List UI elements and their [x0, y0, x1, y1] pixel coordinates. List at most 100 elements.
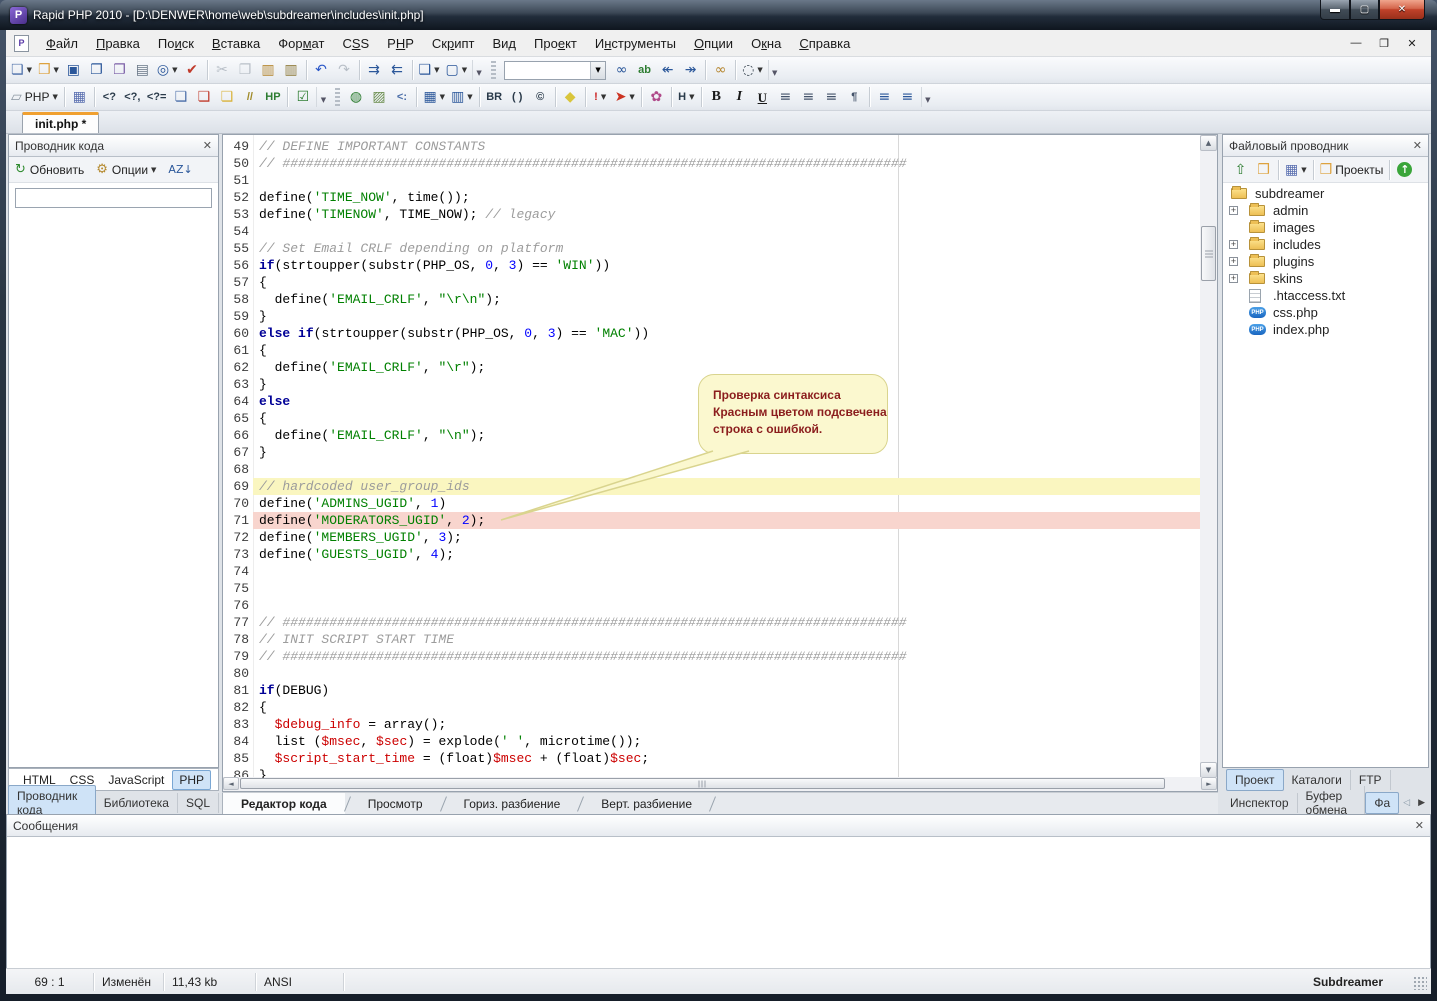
tag-inspector-button[interactable]: ▢▼	[442, 59, 470, 81]
menu-item-9[interactable]: Проект	[525, 33, 586, 54]
standard-toolbar-overflow[interactable]: ▼	[472, 60, 485, 80]
scroll-down-icon[interactable]: ▼	[1200, 762, 1217, 778]
spell-check-button[interactable]: ✔	[181, 59, 204, 81]
menu-item-7[interactable]: Скрипт	[423, 33, 484, 54]
code-view[interactable]: 49// DEFINE IMPORTANT CONSTANTS50// ####…	[223, 135, 1201, 778]
nbsp-button[interactable]: ( )	[506, 86, 529, 108]
project-tab-0[interactable]: Проект	[1226, 769, 1284, 791]
syntax-check-button[interactable]: ☑	[291, 86, 314, 108]
table-wizard-button[interactable]: ▥▼	[448, 86, 476, 108]
format-toolbar-overflow[interactable]: ▼	[921, 87, 934, 107]
italic-button[interactable]: I	[728, 86, 751, 108]
code-line-61[interactable]: 61{	[223, 342, 1201, 359]
code-line-84[interactable]: 84 list ($msec, $sec) = explode(' ', mic…	[223, 733, 1201, 750]
code-line-82[interactable]: 82{	[223, 699, 1201, 716]
options-button[interactable]: Опции	[112, 163, 148, 177]
scroll-left-icon[interactable]: ◄	[223, 777, 239, 790]
view-mode-button[interactable]: ▦▼	[1282, 159, 1310, 181]
paste-special-button[interactable]: ▥	[280, 59, 303, 81]
code-line-49[interactable]: 49// DEFINE IMPORTANT CONSTANTS	[223, 138, 1201, 155]
toolbar-grip[interactable]	[491, 61, 496, 79]
find-button[interactable]: ∞	[610, 59, 633, 81]
toolbar-grip[interactable]	[335, 88, 340, 106]
find-next-button[interactable]: ↠	[679, 59, 702, 81]
php-menu-button[interactable]: ▱PHP▼	[8, 86, 61, 108]
save-as-button[interactable]: ❐	[108, 59, 131, 81]
find-previous-button[interactable]: ↞	[656, 59, 679, 81]
view-tab-3[interactable]: Верт. разбиение	[583, 793, 710, 815]
line-break-button[interactable]: BR	[483, 86, 506, 108]
tree-item-css.php[interactable]: PHPcss.php	[1223, 304, 1428, 321]
code-editor[interactable]: 49// DEFINE IMPORTANT CONSTANTS50// ####…	[222, 134, 1218, 792]
code-line-51[interactable]: 51	[223, 172, 1201, 189]
expand-icon[interactable]: +	[1229, 240, 1238, 249]
code-line-78[interactable]: 78// INIT SCRIPT START TIME	[223, 631, 1201, 648]
language-tab-PHP[interactable]: PHP	[172, 770, 211, 790]
code-line-50[interactable]: 50// ###################################…	[223, 155, 1201, 172]
cut-button[interactable]: ✂	[211, 59, 234, 81]
tree-item-images[interactable]: images	[1223, 219, 1428, 236]
right-tab-2[interactable]: Фа	[1365, 792, 1399, 814]
code-line-59[interactable]: 59}	[223, 308, 1201, 325]
menu-item-12[interactable]: Окна	[742, 33, 790, 54]
close-button[interactable]: ✕	[1379, 0, 1425, 20]
menu-item-0[interactable]: Файл	[37, 33, 87, 54]
note-button[interactable]: ❏	[215, 86, 238, 108]
code-line-76[interactable]: 76	[223, 597, 1201, 614]
horizontal-scroll-thumb[interactable]	[240, 778, 1165, 789]
undo-button[interactable]: ↶	[310, 59, 333, 81]
print-preview-button[interactable]: ◎▼	[154, 59, 181, 81]
projects-button[interactable]: ❒Проекты	[1317, 159, 1387, 181]
code-line-54[interactable]: 54	[223, 223, 1201, 240]
underline-button[interactable]: U	[751, 86, 774, 108]
title-bar[interactable]: P Rapid PHP 2010 - [D:\DENWER\home\web\s…	[0, 0, 1437, 30]
code-line-55[interactable]: 55// Set Email CRLF depending on platfor…	[223, 240, 1201, 257]
new-folder-button[interactable]: ❒	[1252, 159, 1275, 181]
redo-button[interactable]: ↷	[333, 59, 356, 81]
php-tag-comma-button[interactable]: <?,	[121, 86, 144, 108]
replace-button[interactable]: ab	[633, 59, 656, 81]
copy-button[interactable]: ❐	[234, 59, 257, 81]
code-line-72[interactable]: 72define('MEMBERS_UGID', 3);	[223, 529, 1201, 546]
code-line-77[interactable]: 77// ###################################…	[223, 614, 1201, 631]
code-line-83[interactable]: 83 $debug_info = array();	[223, 716, 1201, 733]
view-tab-2[interactable]: Гориз. разбиение	[446, 793, 579, 815]
special-char-button[interactable]: ◆	[559, 86, 582, 108]
search-combo-input[interactable]	[505, 62, 590, 79]
tree-item-includes[interactable]: +includes	[1223, 236, 1428, 253]
code-line-75[interactable]: 75	[223, 580, 1201, 597]
new-file-button[interactable]: ❏▼	[8, 59, 35, 81]
tree-item-plugins[interactable]: +plugins	[1223, 253, 1428, 270]
left-tab-1[interactable]: Библиотека	[96, 793, 178, 813]
html-php-button[interactable]: HP	[261, 86, 284, 108]
menu-item-13[interactable]: Справка	[790, 33, 859, 54]
scroll-right-icon[interactable]: ►	[1201, 777, 1217, 790]
code-line-80[interactable]: 80	[223, 665, 1201, 682]
copyright-button[interactable]: ©	[529, 86, 552, 108]
require-button[interactable]: ❏	[192, 86, 215, 108]
code-explorer-filter-input[interactable]	[15, 188, 212, 208]
combo-dropdown-icon[interactable]: ▼	[590, 62, 605, 79]
view-tab-1[interactable]: Просмотр	[350, 793, 441, 815]
tree-item-.htaccess.txt[interactable]: .htaccess.txt	[1223, 287, 1428, 304]
paragraph-button[interactable]: ¶	[843, 86, 866, 108]
important-button[interactable]: !▼	[589, 86, 612, 108]
arrow-button[interactable]: ➤▼	[612, 86, 638, 108]
close-panel-icon[interactable]: ✕	[203, 139, 212, 152]
menu-item-6[interactable]: PHP	[378, 33, 423, 54]
code-line-74[interactable]: 74	[223, 563, 1201, 580]
print-button[interactable]: ▤	[131, 59, 154, 81]
hyperlink-button[interactable]: ◍	[344, 86, 367, 108]
menu-item-10[interactable]: Инструменты	[586, 33, 685, 54]
language-tab-JavaScript[interactable]: JavaScript	[102, 771, 170, 789]
align-right-button[interactable]: ≡	[820, 86, 843, 108]
code-line-81[interactable]: 81if(DEBUG)	[223, 682, 1201, 699]
save-all-button[interactable]: ❐	[85, 59, 108, 81]
refresh-button[interactable]: Обновить	[30, 163, 84, 177]
align-left-button[interactable]: ≡	[774, 86, 797, 108]
code-explorer-list[interactable]	[9, 213, 218, 753]
indent-button[interactable]: ⇉	[363, 59, 386, 81]
align-center-button[interactable]: ≡	[797, 86, 820, 108]
sort-az-icon[interactable]: AZ↓	[168, 163, 192, 176]
code-line-53[interactable]: 53define('TIMENOW', TIME_NOW); // legacy	[223, 206, 1201, 223]
